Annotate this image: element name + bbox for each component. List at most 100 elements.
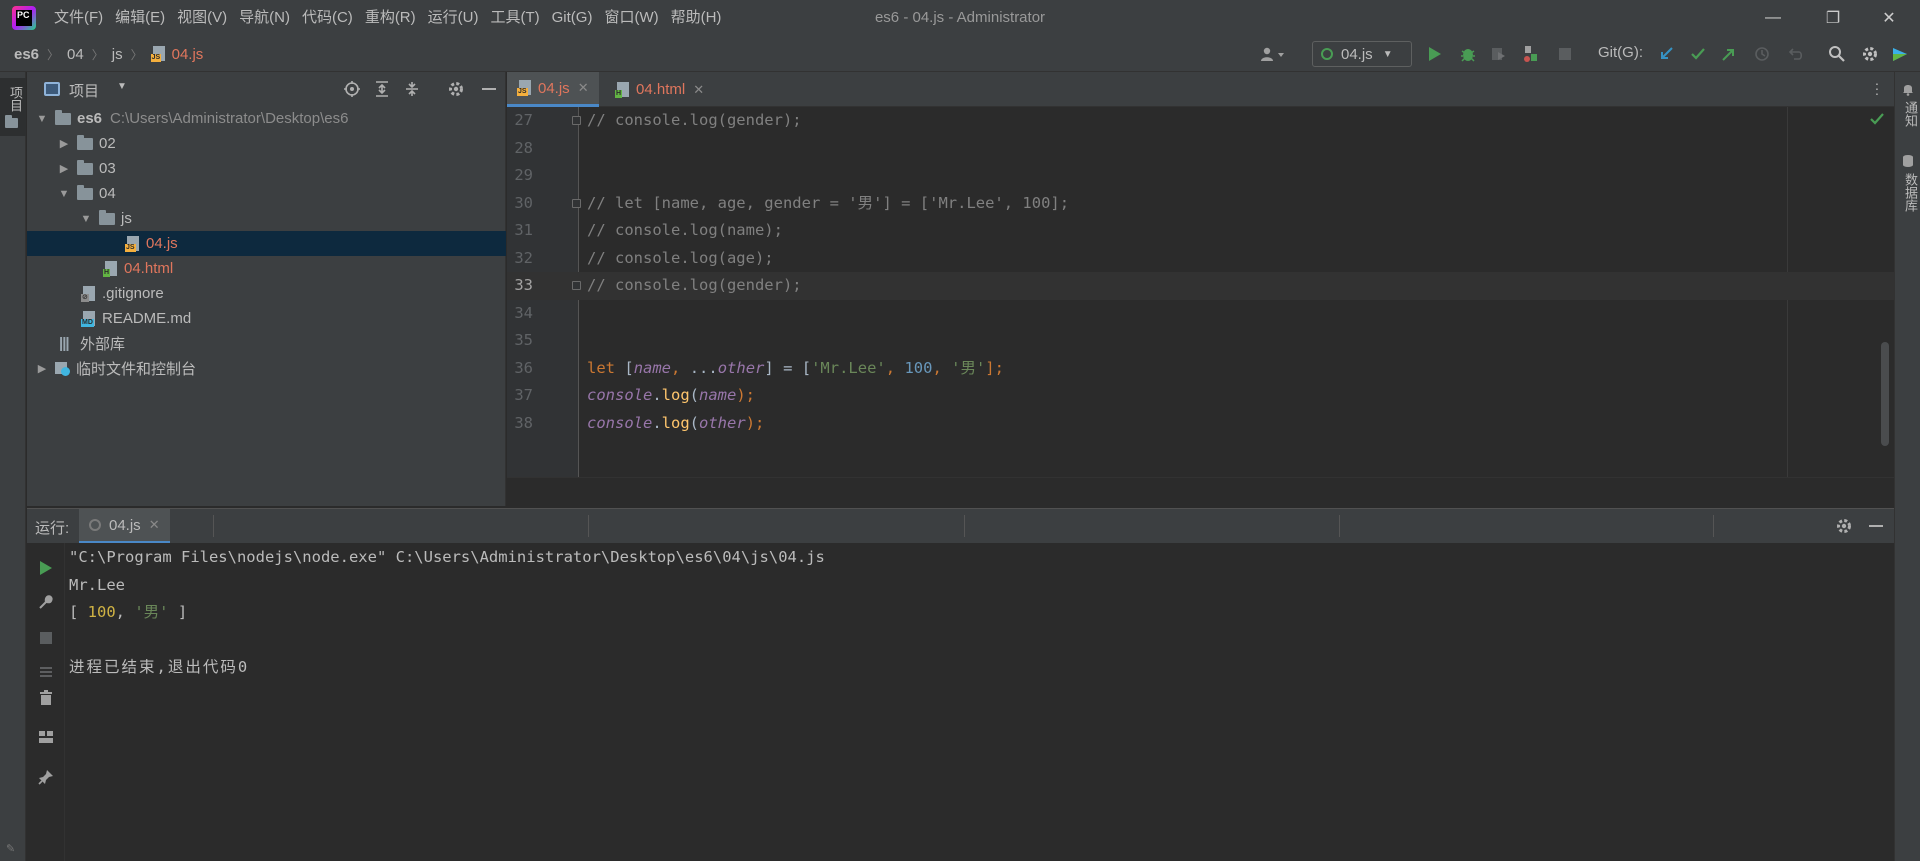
run-toolbar — [27, 543, 65, 861]
folder-icon — [55, 109, 71, 125]
js-file-icon: JS — [150, 46, 167, 62]
js-file-icon: JS — [125, 235, 141, 252]
pin-icon[interactable] — [36, 767, 56, 787]
chevron-down-icon[interactable]: ▼ — [57, 188, 71, 200]
tree-item-es6[interactable]: ▼ es6 C:\Users\Administrator\Desktop\es6 — [27, 106, 506, 131]
profile-icon[interactable] — [1521, 44, 1541, 64]
rerun-icon[interactable] — [36, 558, 56, 578]
database-tab[interactable]: 数据库 — [1901, 154, 1920, 212]
js-file-icon: JS — [517, 80, 533, 96]
project-view-icon — [44, 82, 60, 96]
tree-item-04-html[interactable]: H 04.html — [27, 256, 506, 281]
menu-navigate[interactable]: 导航(N) — [233, 0, 296, 36]
tree-item-scratches[interactable]: ▶ 临时文件和控制台 — [27, 356, 506, 381]
stop-icon[interactable] — [36, 628, 56, 648]
tree-item-js[interactable]: ▼ js — [27, 206, 506, 231]
git-push-icon[interactable] — [1719, 44, 1739, 64]
chevron-down-icon[interactable]: ▼ — [117, 81, 127, 92]
menu-bar: 文件(F) 编辑(E) 视图(V) 导航(N) 代码(C) 重构(R) 运行(U… — [48, 0, 727, 36]
restore-button[interactable]: ❐ — [1810, 0, 1856, 36]
panel-settings-gear-icon[interactable] — [447, 80, 465, 101]
tree-item-02[interactable]: ▶ 02 — [27, 131, 506, 156]
tree-item-external-libraries[interactable]: ||| 外部库 — [27, 331, 506, 356]
locate-file-icon[interactable] — [343, 80, 361, 101]
code-line: 37 console.log(name); — [514, 386, 756, 404]
tab-04-js[interactable]: JS 04.js ✕ — [507, 72, 599, 107]
menu-edit[interactable]: 编辑(E) — [109, 0, 171, 36]
rollback-icon[interactable] — [1786, 44, 1806, 64]
console-output[interactable]: "C:\Program Files\nodejs\node.exe" C:\Us… — [66, 543, 1894, 861]
stop-icon[interactable] — [1555, 44, 1575, 64]
tree-item-04-js[interactable]: JS 04.js — [27, 231, 506, 256]
jetbrains-toolbox-icon[interactable] — [1890, 44, 1910, 64]
user-account-icon[interactable] — [1256, 44, 1290, 64]
chevron-down-icon[interactable]: ▼ — [79, 213, 93, 225]
menu-tools[interactable]: 工具(T) — [484, 0, 545, 36]
history-icon[interactable] — [1752, 44, 1772, 64]
breadcrumb-04-js[interactable]: 04.js — [172, 46, 204, 63]
trash-icon[interactable] — [36, 688, 56, 708]
editor-scrollbar[interactable] — [1881, 342, 1889, 446]
divider — [964, 515, 965, 537]
search-icon[interactable] — [1827, 44, 1847, 64]
menu-file[interactable]: 文件(F) — [48, 0, 109, 36]
tree-item-gitignore[interactable]: ⊘ .gitignore — [27, 281, 506, 306]
layout-icon[interactable] — [36, 727, 56, 747]
run-configuration-select[interactable]: 04.js ▼ — [1312, 41, 1412, 67]
close-tab-icon[interactable]: ✕ — [693, 82, 704, 98]
tree-item-03[interactable]: ▶ 03 — [27, 156, 506, 181]
hide-panel-icon[interactable] — [1869, 525, 1883, 527]
no-problems-check-icon[interactable] — [1870, 113, 1884, 129]
wrench-icon[interactable] — [36, 592, 56, 612]
project-panel-title[interactable]: 项目 — [69, 80, 99, 101]
tab-04-html[interactable]: H 04.html ✕ — [605, 72, 714, 107]
expand-all-icon[interactable] — [373, 80, 391, 101]
library-icon: ||| — [59, 335, 70, 352]
menu-code[interactable]: 代码(C) — [296, 0, 359, 36]
minimize-button[interactable]: — — [1750, 0, 1796, 36]
chevron-down-icon[interactable]: ▼ — [35, 113, 49, 125]
divider — [1713, 515, 1714, 537]
soft-wrap-icon[interactable] — [36, 662, 56, 682]
code-editor[interactable]: 27 // console.log(gender); 28 29 30 // l… — [507, 107, 1894, 477]
console-line-output: [ 100, '男' ] — [69, 603, 188, 621]
notifications-tab[interactable]: 通知 — [1901, 82, 1920, 127]
run-tab-04-js[interactable]: 04.js ✕ — [79, 509, 170, 544]
close-tab-icon[interactable]: ✕ — [149, 517, 160, 533]
tree-item-04[interactable]: ▼ 04 — [27, 181, 506, 206]
breadcrumb-es6[interactable]: es6 — [14, 46, 39, 63]
project-tool-tab[interactable]: 项目 — [0, 78, 26, 136]
run-settings-gear-icon[interactable] — [1835, 517, 1853, 538]
chevron-right-icon[interactable]: ▶ — [57, 162, 71, 175]
more-tabs-icon[interactable]: · · · — [1872, 76, 1882, 100]
editor-bottom-area — [507, 477, 1894, 506]
code-line: 35 — [514, 331, 533, 349]
git-update-icon[interactable] — [1656, 44, 1676, 64]
settings-gear-icon[interactable] — [1860, 44, 1880, 64]
hide-panel-icon[interactable] — [482, 88, 496, 90]
close-tab-icon[interactable]: ✕ — [578, 80, 589, 96]
code-line: 38 console.log(other); — [514, 413, 765, 432]
close-window-button[interactable]: ✕ — [1866, 0, 1912, 36]
fold-marker-icon[interactable] — [572, 198, 581, 208]
git-commit-icon[interactable] — [1688, 44, 1708, 64]
run-icon[interactable] — [1425, 44, 1445, 64]
tree-item-readme[interactable]: MD README.md — [27, 306, 506, 331]
chevron-right-icon[interactable]: ▶ — [57, 137, 71, 150]
breadcrumb-js[interactable]: js — [112, 46, 123, 63]
collapse-all-icon[interactable] — [403, 80, 421, 101]
chevron-right-icon[interactable]: ▶ — [35, 362, 49, 375]
fold-marker-icon[interactable] — [572, 116, 581, 125]
menu-view[interactable]: 视图(V) — [171, 0, 233, 36]
pycharm-logo-icon[interactable]: PC — [12, 6, 36, 30]
menu-window[interactable]: 窗口(W) — [598, 0, 664, 36]
menu-refactor[interactable]: 重构(R) — [359, 0, 422, 36]
breadcrumb-04[interactable]: 04 — [67, 46, 84, 63]
coverage-icon[interactable] — [1488, 44, 1508, 64]
menu-git[interactable]: Git(G) — [546, 0, 599, 36]
menu-run[interactable]: 运行(U) — [422, 0, 485, 36]
structure-tool-icon[interactable]: ✎ — [6, 842, 15, 855]
fold-marker-icon[interactable] — [572, 281, 581, 290]
debug-icon[interactable] — [1458, 44, 1478, 64]
navigation-bar: es6 〉 04 〉 js 〉 JS 04.js 04.js ▼ Git(G): — [0, 36, 1920, 72]
